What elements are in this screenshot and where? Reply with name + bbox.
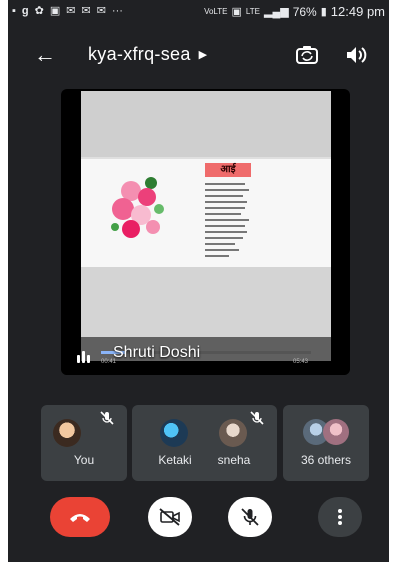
camera-toggle-button[interactable] xyxy=(148,497,192,537)
poem-line xyxy=(205,207,245,209)
avatar xyxy=(160,419,188,447)
poem-line xyxy=(205,219,249,221)
more-notifications-icon: ··· xyxy=(111,4,123,17)
slide-title: आई xyxy=(205,163,251,177)
participant-name: 36 others xyxy=(300,453,352,467)
status-bar: ▪ g ✿ ▣ ✉ ✉ ✉ ··· VoLTE ▣ LTE ▂▄▆ 76% ▮ … xyxy=(8,0,389,22)
slide-blurred-top xyxy=(81,91,331,157)
participant-tile-sneha[interactable]: sneha xyxy=(191,405,277,481)
mail-notification-icon-2: ✉ xyxy=(81,5,91,17)
meeting-header: ← kya-xfrq-sea ▶ xyxy=(8,36,389,76)
participant-name: sneha xyxy=(217,453,251,467)
poem-line xyxy=(205,237,243,239)
avatar xyxy=(219,419,247,447)
more-options-button[interactable] xyxy=(318,497,362,537)
lte-signal-icon: LTE xyxy=(245,7,260,16)
switch-camera-icon[interactable] xyxy=(294,42,320,68)
poem-line xyxy=(205,249,239,251)
participant-name: You xyxy=(73,453,95,467)
gallery-notification-icon: ▣ xyxy=(49,5,61,17)
speaker-icon[interactable] xyxy=(343,42,369,68)
more-vertical-icon xyxy=(338,509,342,525)
avatar xyxy=(323,419,349,445)
poem-line xyxy=(205,201,247,203)
end-call-button[interactable] xyxy=(50,497,110,537)
settings-notification-icon: ✿ xyxy=(34,5,44,17)
system-icons: VoLTE ▣ LTE ▂▄▆ 76% ▮ 12:49 pm xyxy=(204,4,385,19)
battery-icon: ▮ xyxy=(320,6,327,18)
sim-icon: ▣ xyxy=(231,6,242,18)
mic-off-icon xyxy=(241,508,259,526)
poem-line xyxy=(205,231,247,233)
hang-up-icon xyxy=(70,514,90,522)
poem-line xyxy=(205,213,241,215)
flowers-image xyxy=(111,177,164,238)
poem-line xyxy=(205,183,245,185)
mail-notification-icon: ✉ xyxy=(66,5,76,17)
microphone-toggle-button[interactable] xyxy=(228,497,272,537)
notification-icons: ▪ g ✿ ▣ ✉ ✉ ✉ ··· xyxy=(12,4,123,18)
back-arrow-icon[interactable]: ← xyxy=(34,42,56,68)
poem-line xyxy=(205,225,245,227)
volte-icon: VoLTE xyxy=(204,7,228,16)
avatar xyxy=(53,419,81,447)
meeting-title[interactable]: kya-xfrq-sea ▶ xyxy=(88,44,207,65)
total-time: 05:43 xyxy=(293,359,309,365)
presenter-strip xyxy=(61,337,350,375)
presentation-view[interactable]: आई Shruti Doshi 00:41 05:43 xyxy=(61,89,350,375)
mail-notification-icon-3: ✉ xyxy=(96,5,106,17)
mic-off-icon xyxy=(250,411,264,425)
poem-card: आई xyxy=(81,159,331,267)
shared-slide: आई xyxy=(81,91,331,361)
presenter-name: Shruti Doshi xyxy=(113,344,201,361)
participant-tile-others[interactable]: 36 others xyxy=(283,405,369,481)
clock: 12:49 pm xyxy=(330,4,385,19)
poem-line xyxy=(205,243,235,245)
chat-notification-icon: ▪ xyxy=(12,4,16,17)
poem-line xyxy=(205,189,249,191)
poem-line xyxy=(205,195,243,197)
meet-screen: ▪ g ✿ ▣ ✉ ✉ ✉ ··· VoLTE ▣ LTE ▂▄▆ 76% ▮ … xyxy=(8,0,389,562)
battery-percent: 76% xyxy=(292,4,317,19)
participant-tile-you[interactable]: You xyxy=(41,405,127,481)
camera-off-icon xyxy=(159,508,180,526)
app-notification-icon: g xyxy=(21,4,29,17)
audio-level-icon xyxy=(77,351,90,363)
elapsed-time: 00:41 xyxy=(101,359,117,365)
mic-off-icon xyxy=(100,411,114,425)
poem-line xyxy=(205,255,229,257)
signal-icon: ▂▄▆ xyxy=(263,6,289,18)
caret-right-icon: ▶ xyxy=(198,49,208,61)
meeting-code: kya-xfrq-sea xyxy=(88,44,191,64)
